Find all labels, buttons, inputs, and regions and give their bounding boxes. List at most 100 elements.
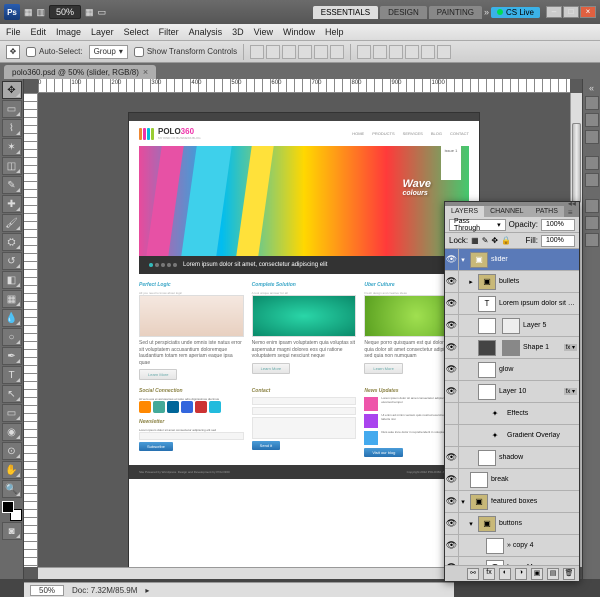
healing-tool[interactable]: ✚	[2, 195, 22, 213]
eraser-tool[interactable]: ◧	[2, 271, 22, 289]
disclosure-icon[interactable]: ▾	[467, 520, 475, 528]
new-fill-icon[interactable]: ◑	[515, 568, 527, 580]
workspace-tab-essentials[interactable]: ESSENTIALS	[313, 6, 378, 19]
new-layer-icon[interactable]: ▤	[547, 568, 559, 580]
layer-row[interactable]: 👁▾▣buttons	[445, 513, 579, 535]
layer-row[interactable]: 👁 Layer 5	[445, 315, 579, 337]
pen-tool[interactable]: ✒	[2, 347, 22, 365]
visibility-icon[interactable]: 👁	[445, 535, 459, 556]
menu-analysis[interactable]: Analysis	[189, 27, 223, 37]
fx-badge[interactable]: fx ▾	[564, 344, 577, 351]
blur-tool[interactable]: 💧	[2, 309, 22, 327]
fx-badge[interactable]: fx ▾	[564, 388, 577, 395]
layer-row[interactable]: 👁TLorem ipsum dolor sit …	[445, 293, 579, 315]
layer-list[interactable]: 👁▾▣slider👁▸▣bullets👁TLorem ipsum dolor s…	[445, 249, 579, 565]
opacity-input[interactable]: 100%	[541, 219, 575, 231]
crop-tool[interactable]: ◫	[2, 157, 22, 175]
layer-name[interactable]: Layer 5	[523, 322, 579, 329]
document-tab[interactable]: polo360.psd @ 50% (slider, RGB/8)×	[4, 65, 156, 79]
hand-tool[interactable]: ✋	[2, 461, 22, 479]
menu-layer[interactable]: Layer	[91, 27, 114, 37]
disclosure-icon[interactable]: ▸	[467, 278, 475, 286]
view-extras-icon[interactable]: ▥	[37, 7, 46, 18]
blend-mode-select[interactable]: Pass Through ▾	[449, 219, 506, 231]
mini-bridge-icon[interactable]: ▦	[24, 7, 33, 18]
type-tool[interactable]: T	[2, 366, 22, 384]
layer-row[interactable]: 👁 » copy 4	[445, 535, 579, 557]
status-arrow-icon[interactable]: ▸	[145, 586, 149, 595]
layer-name[interactable]: featured boxes	[491, 498, 579, 505]
menu-select[interactable]: Select	[124, 27, 149, 37]
align-icons[interactable]	[250, 45, 344, 59]
workspace-tab-painting[interactable]: PAINTING	[429, 6, 482, 19]
menu-3d[interactable]: 3D	[232, 27, 244, 37]
layer-row[interactable]: 👁Shape 1fx ▾	[445, 337, 579, 359]
menu-image[interactable]: Image	[56, 27, 81, 37]
layer-name[interactable]: shadow	[499, 454, 579, 461]
close-button[interactable]: ×	[580, 6, 596, 18]
auto-select-type[interactable]: Group ▾	[89, 45, 128, 59]
menu-view[interactable]: View	[254, 27, 273, 37]
visibility-icon[interactable]: 👁	[445, 491, 459, 512]
close-tab-icon[interactable]: ×	[143, 67, 148, 77]
visibility-icon[interactable]: 👁	[445, 271, 459, 292]
visibility-icon[interactable]: 👁	[445, 359, 459, 380]
menu-help[interactable]: Help	[325, 27, 344, 37]
visibility-icon[interactable]: 👁	[445, 447, 459, 468]
collapse-panel-icon[interactable]: ◂◂ ≡	[564, 199, 580, 217]
cslive-button[interactable]: CS Live	[491, 7, 540, 18]
layer-name[interactable]: break	[491, 476, 579, 483]
channels-panel-icon[interactable]	[585, 216, 599, 230]
layer-row[interactable]: ✦Gradient Overlay	[445, 425, 579, 447]
maximize-button[interactable]: □	[563, 6, 579, 18]
camera-tool[interactable]: ⊙	[2, 442, 22, 460]
visibility-icon[interactable]: 👁	[445, 315, 459, 336]
status-docsize[interactable]: Doc: 7.32M/85.9M	[72, 586, 137, 595]
visibility-icon[interactable]: 👁	[445, 513, 459, 534]
layer-name[interactable]: Effects	[507, 410, 579, 417]
zoom-display[interactable]: 50%	[49, 5, 81, 19]
show-transform-checkbox[interactable]: Show Transform Controls	[134, 47, 237, 57]
layer-row[interactable]: 👁▾▣slider	[445, 249, 579, 271]
layer-row[interactable]: ✦Effects	[445, 403, 579, 425]
auto-select-checkbox[interactable]: Auto-Select:	[26, 47, 83, 57]
disclosure-icon[interactable]: ▾	[459, 498, 467, 506]
color-panel-icon[interactable]	[585, 96, 599, 110]
layers-panel-icon[interactable]	[585, 199, 599, 213]
eyedropper-tool[interactable]: ✎	[2, 176, 22, 194]
layer-name[interactable]: Learn More	[507, 564, 579, 565]
layer-row[interactable]: 👁Layer 10fx ▾	[445, 381, 579, 403]
disclosure-icon[interactable]: ▾	[459, 256, 467, 264]
screen-mode-icon[interactable]: ▭	[98, 7, 107, 18]
3d-tool[interactable]: ◉	[2, 423, 22, 441]
swatches-panel-icon[interactable]	[585, 113, 599, 127]
layer-mask-icon[interactable]: ◐	[499, 568, 511, 580]
layer-row[interactable]: 👁▾▣featured boxes	[445, 491, 579, 513]
layer-name[interactable]: » copy 4	[507, 542, 579, 549]
visibility-icon[interactable]: 👁	[445, 557, 459, 565]
more-workspaces-icon[interactable]: »	[484, 7, 489, 17]
arrange-icon[interactable]: ▦	[85, 7, 94, 18]
tab-layers[interactable]: LAYERS	[445, 206, 484, 217]
visibility-icon[interactable]: 👁	[445, 469, 459, 490]
fill-input[interactable]: 100%	[541, 235, 575, 247]
minimize-button[interactable]: –	[546, 6, 562, 18]
menu-edit[interactable]: Edit	[31, 27, 47, 37]
move-tool[interactable]: ✥	[2, 81, 22, 99]
layer-name[interactable]: buttons	[499, 520, 579, 527]
lock-pixels-icon[interactable]: ✎	[482, 236, 489, 245]
styles-panel-icon[interactable]	[585, 130, 599, 144]
visibility-icon[interactable]: 👁	[445, 249, 459, 270]
paths-panel-icon[interactable]	[585, 233, 599, 247]
layer-name[interactable]: Layer 10	[499, 388, 564, 395]
marquee-tool[interactable]: ▭	[2, 100, 22, 118]
distribute-icons[interactable]	[357, 45, 451, 59]
quickmask-tool[interactable]: ◙	[2, 522, 22, 540]
wand-tool[interactable]: ✶	[2, 138, 22, 156]
lock-position-icon[interactable]: ✥	[491, 236, 498, 245]
zoom-tool[interactable]: 🔍	[2, 480, 22, 498]
layer-name[interactable]: Gradient Overlay	[507, 432, 579, 439]
layer-name[interactable]: slider	[491, 256, 579, 263]
menu-file[interactable]: File	[6, 27, 21, 37]
visibility-icon[interactable]: 👁	[445, 337, 459, 358]
